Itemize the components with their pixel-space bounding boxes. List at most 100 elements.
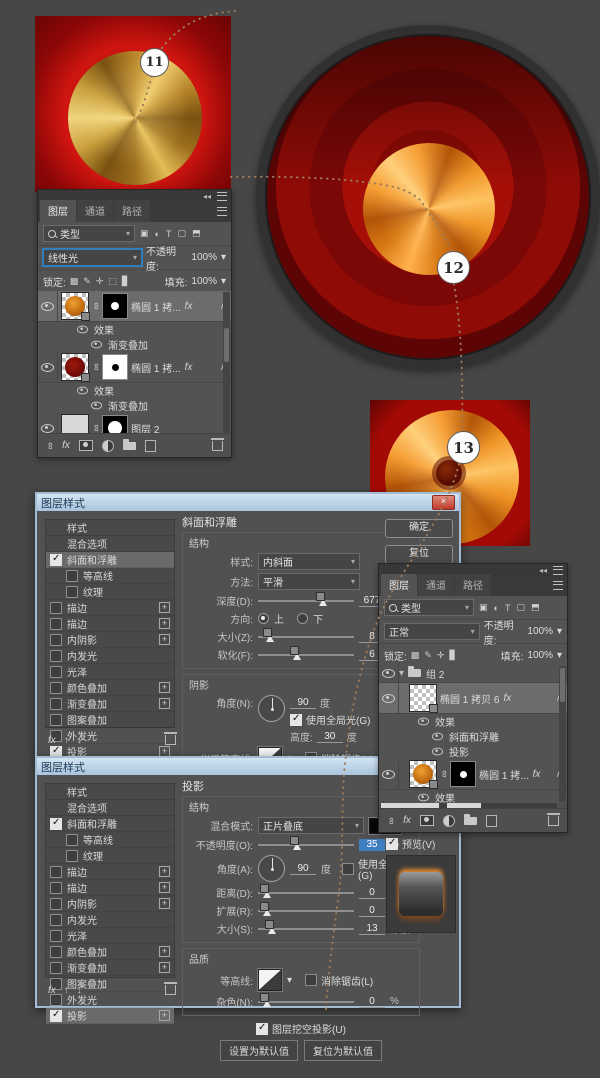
depth-slider[interactable] (258, 595, 354, 606)
angle-value[interactable]: 90 (290, 863, 316, 875)
move-down-icon[interactable]: ↓ (77, 735, 82, 746)
style-checkbox[interactable] (50, 818, 62, 830)
add-effect-icon[interactable] (159, 1010, 170, 1021)
effect-eye-icon[interactable] (432, 748, 443, 756)
dialog-titlebar[interactable]: 图层样式 × (37, 494, 459, 511)
visibility-eye-icon[interactable] (41, 363, 54, 372)
style-list-item[interactable]: 颜色叠加 (46, 944, 174, 960)
layer-effect-row[interactable]: 渐变叠加 (38, 337, 231, 352)
tab-channels[interactable]: 通道 (77, 200, 113, 222)
visibility-eye-icon[interactable] (382, 694, 395, 703)
add-effect-icon[interactable] (159, 602, 170, 613)
style-list-item[interactable]: 光泽 (46, 664, 174, 680)
layer-thumbnail[interactable] (61, 353, 89, 381)
fill-caret-icon[interactable]: ▾ (221, 276, 226, 287)
style-checkbox[interactable] (50, 682, 62, 694)
tab-channels[interactable]: 通道 (418, 574, 454, 596)
add-effect-icon[interactable] (159, 618, 170, 629)
opacity-caret-icon[interactable]: ▾ (557, 626, 562, 637)
style-checkbox[interactable] (66, 586, 78, 598)
style-list-item[interactable]: 斜面和浮雕 (46, 816, 174, 832)
spread-slider[interactable] (258, 905, 354, 916)
visibility-eye-icon[interactable] (41, 424, 54, 433)
new-group-icon[interactable] (464, 817, 477, 825)
visibility-eye-icon[interactable] (382, 770, 395, 779)
style-checkbox[interactable] (66, 570, 78, 582)
soften-slider[interactable] (258, 649, 354, 660)
style-checkbox[interactable] (50, 914, 62, 926)
layer-mask-thumbnail[interactable] (102, 415, 128, 434)
filter-smartobject-icon[interactable]: ⬒ (530, 602, 541, 613)
opacity-caret-icon[interactable]: ▾ (221, 252, 226, 263)
layer-row[interactable]: 椭圆 1 拷贝 6fx ∧ (379, 683, 567, 714)
effect-eye-icon[interactable] (432, 733, 443, 741)
layer-effect-row[interactable]: 投影 (379, 744, 567, 759)
style-list-item[interactable]: 混合选项 (46, 536, 174, 552)
collapse-icon[interactable]: ◂◂ (203, 192, 211, 201)
tabs-menu-icon[interactable] (553, 581, 563, 590)
visibility-eye-icon[interactable] (41, 302, 54, 311)
style-checkbox[interactable] (50, 602, 62, 614)
layer-effect-row[interactable]: 效果 (38, 322, 231, 337)
filter-smartobject-icon[interactable]: ⬒ (191, 228, 202, 239)
add-effect-icon[interactable] (159, 682, 170, 693)
direction-down-radio[interactable] (297, 613, 308, 624)
distance-slider[interactable] (258, 887, 354, 898)
style-list-item[interactable]: 描边 (46, 880, 174, 896)
layer-thumbnail[interactable] (409, 684, 437, 712)
style-checkbox[interactable] (50, 634, 62, 646)
filter-shape-icon[interactable]: ▢ (176, 228, 187, 239)
effect-eye-icon[interactable] (77, 387, 88, 395)
add-effect-icon[interactable] (159, 882, 170, 893)
blend-mode-select[interactable]: 正常▾ (384, 623, 480, 640)
fx-badge[interactable]: fx (503, 693, 511, 704)
layer-mask-thumbnail[interactable] (102, 354, 128, 380)
filter-adjustment-icon[interactable]: ◐ (154, 229, 161, 239)
style-list-item[interactable]: 描边 (46, 600, 174, 616)
layer-thumbnail[interactable] (409, 760, 437, 788)
lock-all-icon[interactable]: ▊ (449, 650, 456, 661)
layer-mask-thumbnail[interactable] (102, 293, 128, 319)
tab-layers[interactable]: 图层 (40, 200, 76, 222)
set-default-button[interactable]: 设置为默认值 (220, 1040, 298, 1061)
layer-effect-row[interactable]: 斜面和浮雕 (379, 729, 567, 744)
fill-caret-icon[interactable]: ▾ (557, 650, 562, 661)
filter-pixel-icon[interactable]: ▣ (139, 228, 150, 239)
spread-value[interactable]: 0 (359, 905, 385, 917)
fx-icon[interactable]: fx (48, 985, 56, 996)
expand-group-icon[interactable]: ▾ (399, 668, 404, 679)
layer-effect-row[interactable]: 效果 (379, 790, 567, 803)
style-list-item[interactable]: 混合选项 (46, 800, 174, 816)
layer-row[interactable]: 椭圆 1 拷...fx ∧ (38, 291, 231, 322)
opacity-value[interactable]: 100% (191, 252, 217, 263)
layer-effect-row[interactable]: 效果 (379, 714, 567, 729)
lock-paint-icon[interactable]: ✎ (424, 650, 432, 661)
style-checkbox[interactable] (50, 698, 62, 710)
add-effect-icon[interactable] (159, 898, 170, 909)
new-layer-icon[interactable] (486, 815, 497, 827)
style-checkbox[interactable] (50, 554, 62, 566)
add-layer-style-icon[interactable]: fx (403, 815, 411, 826)
delete-layer-icon[interactable] (212, 441, 223, 451)
style-checkbox[interactable] (50, 930, 62, 942)
add-mask-icon[interactable] (420, 815, 434, 826)
fx-icon[interactable]: fx (48, 735, 56, 746)
filter-pixel-icon[interactable]: ▣ (478, 602, 489, 613)
knockout-checkbox[interactable]: 图层挖空投影(U) (256, 1021, 346, 1036)
visibility-eye-icon[interactable] (382, 669, 395, 678)
style-checkbox[interactable] (50, 650, 62, 662)
move-up-icon[interactable]: ↑ (64, 735, 69, 746)
add-effect-icon[interactable] (159, 866, 170, 877)
filter-type-select[interactable]: 类型▾ (384, 599, 474, 616)
adjustment-layer-icon[interactable] (102, 440, 114, 452)
bevel-style-select[interactable]: 内斜面▾ (258, 553, 360, 570)
effect-eye-icon[interactable] (77, 326, 88, 334)
distance-value[interactable]: 0 (359, 887, 385, 899)
style-checkbox[interactable] (50, 866, 62, 878)
style-list-item[interactable]: 内发光 (46, 912, 174, 928)
style-checkbox[interactable] (66, 850, 78, 862)
style-checkbox[interactable] (50, 666, 62, 678)
link-layers-icon[interactable] (387, 817, 395, 824)
effect-eye-icon[interactable] (418, 718, 429, 726)
layer-thumbnail[interactable] (61, 292, 89, 320)
